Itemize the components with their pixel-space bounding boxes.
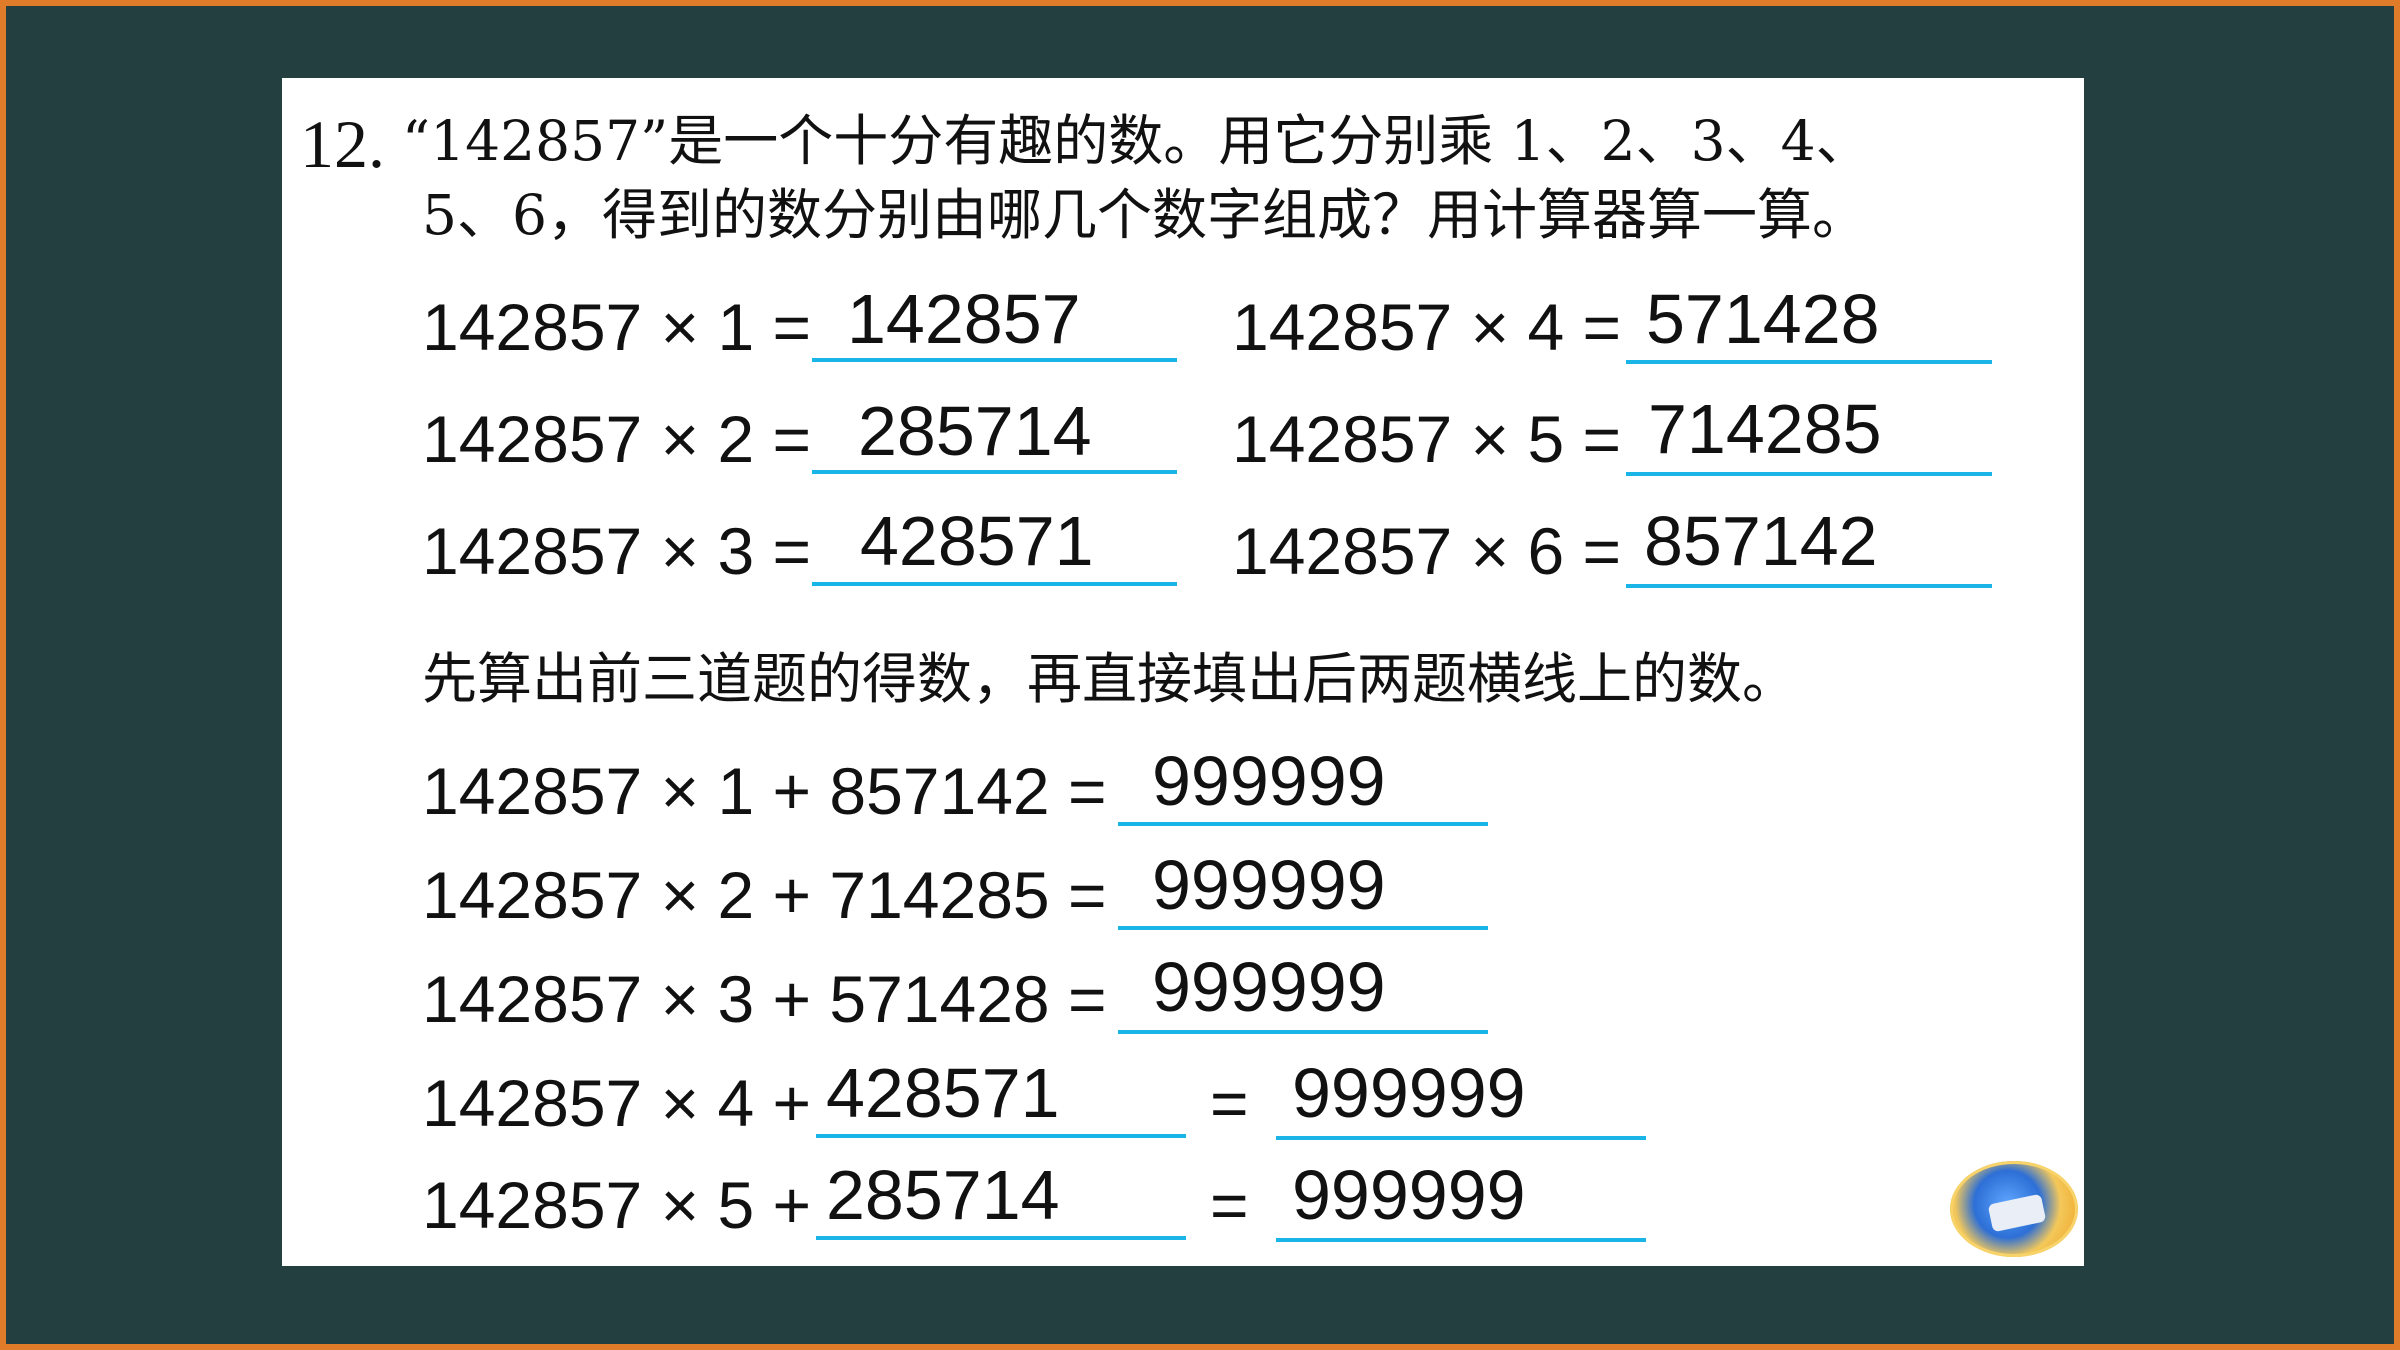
book-badge-icon[interactable]	[1950, 1161, 2078, 1257]
answer-value: 428571	[860, 502, 1094, 580]
answer-underline	[1626, 584, 1992, 588]
answer-underline	[812, 358, 1177, 362]
answer-underline	[1276, 1238, 1646, 1242]
answer-underline	[1276, 1136, 1646, 1140]
page-icon	[1987, 1193, 2047, 1233]
equation-row: 142857 × 5 +	[422, 1168, 812, 1242]
problem-text-line1: “142857”是一个十分有趣的数。用它分别乘 1、2、3、4、	[402, 109, 1871, 173]
answer-value: 142857	[847, 280, 1081, 358]
problem-text-line2: 5、6，得到的数分别由哪几个数字组成？用计算器算一算。	[422, 183, 1867, 247]
answer-underline	[1626, 360, 1992, 364]
answer-value: 999999	[1292, 1054, 1526, 1132]
answer-value: 999999	[1292, 1156, 1526, 1234]
answer-value: 999999	[1152, 846, 1386, 924]
answer-underline	[1118, 1030, 1488, 1034]
equals-sign: =	[1210, 1168, 1249, 1242]
answer-underline	[1626, 472, 1992, 476]
worksheet-card: 12. “142857”是一个十分有趣的数。用它分别乘 1、2、3、4、 5、6…	[282, 78, 2084, 1266]
equation-row: 142857 × 2 =	[422, 402, 812, 476]
equation-row: 142857 × 2 + 714285 =	[422, 858, 1107, 932]
equation-row: 142857 × 3 + 571428 =	[422, 962, 1107, 1036]
answer-underline	[1118, 926, 1488, 930]
equation-row: 142857 × 6 =	[1232, 514, 1622, 588]
instruction-text: 先算出前三道题的得数，再直接填出后两题横线上的数。	[422, 647, 1798, 711]
fill-value: 428571	[826, 1054, 1060, 1132]
answer-underline	[812, 582, 1177, 586]
answer-value: 857142	[1644, 502, 1878, 580]
answer-value: 999999	[1152, 742, 1386, 820]
answer-value: 714285	[1648, 390, 1882, 468]
problem-number: 12.	[300, 106, 385, 182]
equation-row: 142857 × 1 + 857142 =	[422, 754, 1107, 828]
equation-row: 142857 × 5 =	[1232, 402, 1622, 476]
answer-value: 999999	[1152, 948, 1386, 1026]
answer-underline	[1118, 822, 1488, 826]
equation-row: 142857 × 4 +	[422, 1066, 812, 1140]
answer-value: 285714	[858, 392, 1092, 470]
answer-value: 571428	[1646, 280, 1880, 358]
slide-frame: 12. “142857”是一个十分有趣的数。用它分别乘 1、2、3、4、 5、6…	[0, 0, 2400, 1350]
equation-row: 142857 × 1 =	[422, 290, 812, 364]
fill-value: 285714	[826, 1156, 1060, 1234]
equals-sign: =	[1210, 1066, 1249, 1140]
fill-underline	[816, 1134, 1186, 1138]
answer-underline	[812, 470, 1177, 474]
equation-row: 142857 × 3 =	[422, 514, 812, 588]
fill-underline	[816, 1236, 1186, 1240]
equation-row: 142857 × 4 =	[1232, 290, 1622, 364]
